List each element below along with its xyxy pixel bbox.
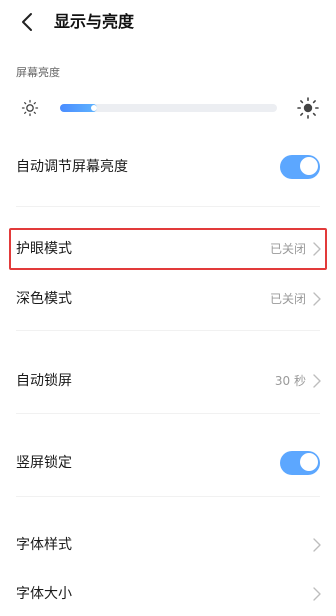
divider: [16, 206, 320, 207]
brightness-slider[interactable]: [60, 104, 277, 112]
chevron-right-icon: [313, 292, 321, 306]
toggle-thumb: [299, 452, 319, 472]
back-button[interactable]: [16, 10, 40, 34]
font-style-label: 字体样式: [16, 537, 72, 553]
dark-mode-row[interactable]: 深色模式 已关闭: [0, 277, 336, 321]
auto-brightness-toggle[interactable]: [280, 155, 320, 179]
auto-brightness-label: 自动调节屏幕亮度: [16, 159, 128, 175]
dark-mode-label: 深色模式: [16, 291, 72, 307]
portrait-lock-row[interactable]: 竖屏锁定: [0, 441, 336, 485]
chevron-left-icon: [22, 13, 32, 31]
highlight-box: [9, 228, 327, 270]
divider: [16, 413, 320, 414]
divider: [16, 330, 320, 331]
top-bar: 显示与亮度: [0, 0, 336, 44]
page-title: 显示与亮度: [54, 12, 135, 31]
chevron-right-icon: [313, 538, 321, 552]
portrait-lock-toggle[interactable]: [280, 451, 320, 475]
brightness-slider-handle[interactable]: [91, 105, 97, 111]
auto-brightness-row[interactable]: 自动调节屏幕亮度: [0, 145, 336, 189]
brightness-section-label: 屏幕亮度: [16, 66, 60, 79]
brightness-low-icon: [21, 99, 39, 117]
brightness-high-icon: [297, 97, 319, 119]
divider: [16, 496, 320, 497]
auto-lock-value: 30 秒: [274, 374, 306, 388]
font-style-row[interactable]: 字体样式: [0, 523, 336, 567]
font-size-row[interactable]: 字体大小: [0, 572, 336, 616]
chevron-right-icon: [313, 374, 321, 388]
dark-mode-value: 已关闭: [269, 292, 306, 306]
toggle-thumb: [299, 156, 319, 176]
auto-lock-row[interactable]: 自动锁屏 30 秒: [0, 359, 336, 403]
font-size-label: 字体大小: [16, 586, 72, 602]
portrait-lock-label: 竖屏锁定: [16, 455, 72, 471]
auto-lock-label: 自动锁屏: [16, 373, 72, 389]
